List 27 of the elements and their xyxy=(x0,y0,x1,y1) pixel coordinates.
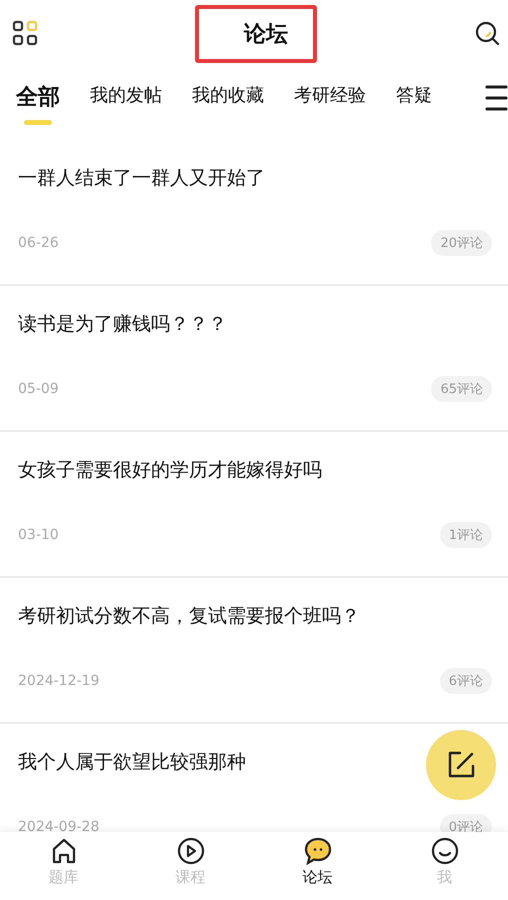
post-date: 2024-12-19 xyxy=(18,673,100,689)
play-icon xyxy=(176,836,206,866)
smile-icon xyxy=(430,836,460,866)
category-tab[interactable]: 考研经验 xyxy=(294,84,366,122)
post-title[interactable]: 一群人结束了一群人又开始了 xyxy=(18,164,265,192)
edit-icon xyxy=(446,750,476,780)
apps-icon[interactable] xyxy=(12,20,38,46)
post-date: 05-09 xyxy=(18,381,59,397)
category-tab[interactable]: 我的发帖 xyxy=(90,84,162,122)
nav-tab[interactable]: 论坛 xyxy=(254,832,381,900)
chat-icon xyxy=(302,836,332,866)
category-tab[interactable]: 全部 xyxy=(16,84,60,127)
post-title[interactable]: 考研初试分数不高，复试需要报个班吗？ xyxy=(18,602,360,630)
post-title[interactable]: 女孩子需要很好的学历才能嫁得好吗 xyxy=(18,456,322,484)
page-title: 论坛 xyxy=(244,21,288,49)
comment-count: 6评论 xyxy=(440,668,492,694)
category-tab[interactable]: 我的收藏 xyxy=(192,84,264,122)
post-date: 2024-09-28 xyxy=(18,819,100,835)
post-date: 06-26 xyxy=(18,235,59,251)
post-title[interactable]: 读书是为了赚钱吗？？？ xyxy=(18,310,227,338)
category-tab[interactable]: 答疑 xyxy=(396,84,432,122)
comment-count: 1评论 xyxy=(440,522,492,548)
post-date: 03-10 xyxy=(18,527,59,543)
post-title[interactable]: 我个人属于欲望比较强那种 xyxy=(18,748,246,776)
comment-count: 65评论 xyxy=(431,376,492,402)
comment-count: 20评论 xyxy=(431,230,492,256)
search-icon[interactable] xyxy=(474,20,500,46)
